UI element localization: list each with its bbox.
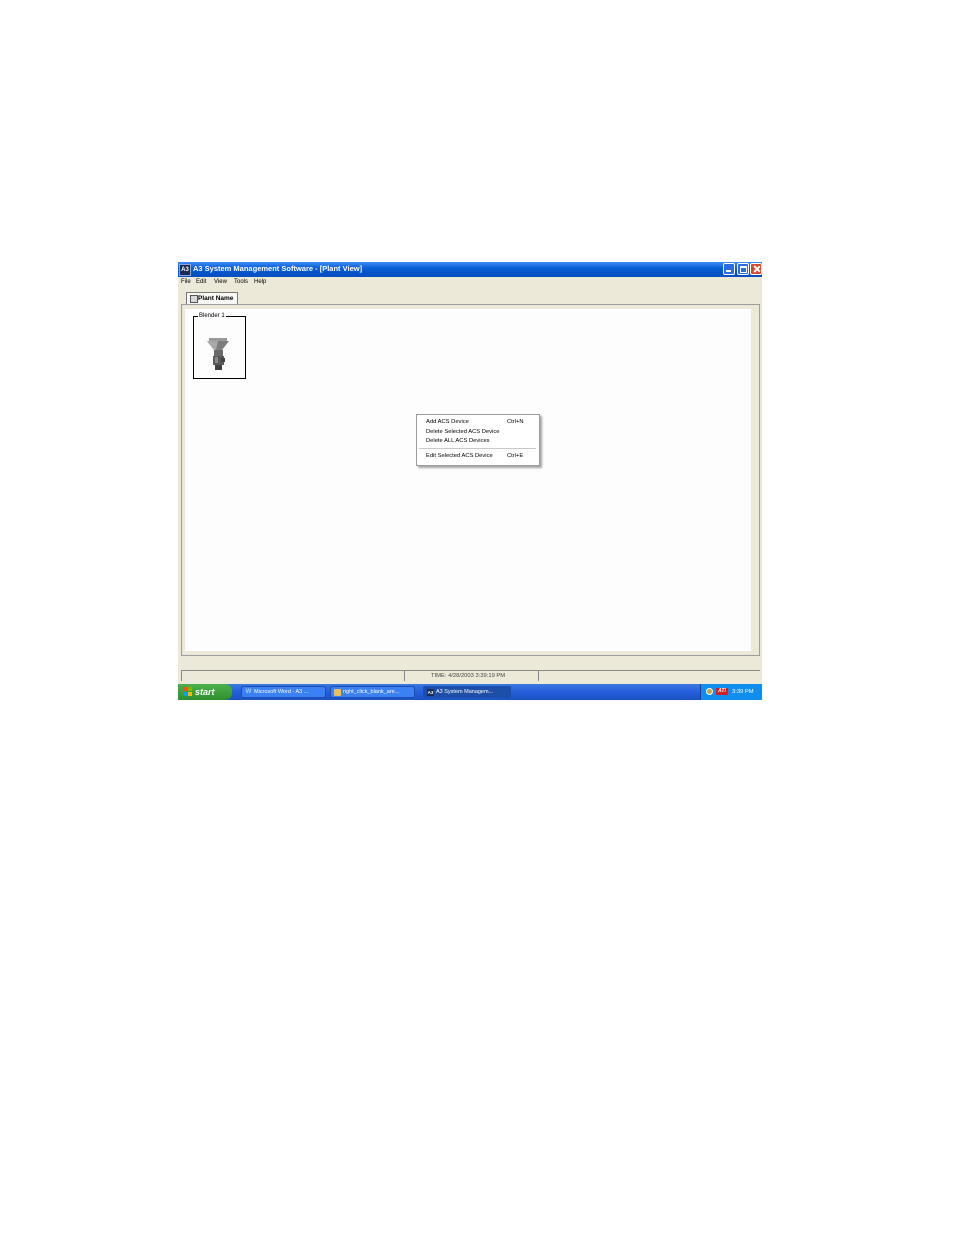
menu-help[interactable]: Help (254, 277, 266, 288)
windows-flag-icon (183, 687, 192, 696)
menu-tools[interactable]: Tools (234, 277, 248, 288)
device-label: Blender 1 (198, 312, 226, 320)
status-divider (538, 671, 539, 681)
status-bar: TIME: 4/28/2003 3:39:19 PM (181, 670, 760, 682)
screenshot-frame: A3 A3 System Management Software - [Plan… (178, 262, 762, 700)
menu-bar: File Edit View Tools Help (178, 277, 762, 288)
taskbar-item-image[interactable]: right_click_blank_are... (330, 686, 415, 698)
taskbar-label: Microsoft Word - A3 ... (254, 689, 309, 695)
status-time: TIME: 4/28/2003 3:39:19 PM (431, 673, 506, 679)
shortcut-edit: Ctrl+E (507, 453, 524, 459)
taskbar: start W Microsoft Word - A3 ... right_cl… (178, 684, 762, 700)
plant-canvas[interactable] (185, 309, 751, 651)
taskbar-label: right_click_blank_are... (343, 689, 400, 695)
word-icon: W (245, 689, 252, 695)
context-menu: Add ACS Device Ctrl+N Delete Selected AC… (416, 414, 540, 466)
menu-edit[interactable]: Edit (196, 277, 206, 288)
menu-item-add-acs-device[interactable]: Add ACS Device (426, 419, 469, 425)
device-blender-1[interactable]: Blender 1 (193, 312, 246, 379)
status-divider (181, 671, 182, 681)
menu-separator (419, 448, 536, 449)
menu-view[interactable]: View (214, 277, 227, 288)
taskbar-label: A3 System Managem... (436, 689, 494, 695)
network-icon[interactable] (706, 688, 713, 695)
taskbar-item-word[interactable]: W Microsoft Word - A3 ... (241, 686, 326, 698)
restore-icon[interactable] (737, 263, 749, 275)
taskbar-item-a3-system[interactable]: A3 A3 System Managem... (423, 686, 511, 698)
menu-file[interactable]: File (181, 277, 191, 288)
tab-plant-name[interactable]: Plant Name (186, 292, 238, 304)
blender-icon (207, 338, 229, 370)
paint-icon (334, 689, 341, 696)
tab-label: Plant Name (198, 295, 234, 302)
system-tray: ATI 3:39 PM (700, 684, 762, 700)
app-icon: A3 (427, 689, 434, 696)
close-icon[interactable] (750, 263, 762, 275)
clock[interactable]: 3:39 PM (732, 684, 754, 700)
menu-item-delete-selected-acs-device[interactable]: Delete Selected ACS Device (426, 429, 499, 435)
shortcut-add: Ctrl+N (507, 419, 524, 425)
start-label: start (195, 687, 215, 697)
app-icon[interactable]: A3 (179, 264, 191, 276)
window-title: A3 System Management Software - [Plant V… (193, 264, 363, 273)
minimize-icon[interactable] (723, 263, 735, 275)
plant-icon (190, 295, 198, 303)
ati-icon[interactable]: ATI (716, 688, 728, 695)
title-bar[interactable]: A3 A3 System Management Software - [Plan… (178, 262, 762, 277)
menu-item-delete-all-acs-devices[interactable]: Delete ALL ACS Devices (426, 438, 490, 444)
menu-item-edit-selected-acs-device[interactable]: Edit Selected ACS Device (426, 453, 493, 459)
status-divider (404, 671, 405, 681)
start-button[interactable]: start (178, 684, 232, 700)
